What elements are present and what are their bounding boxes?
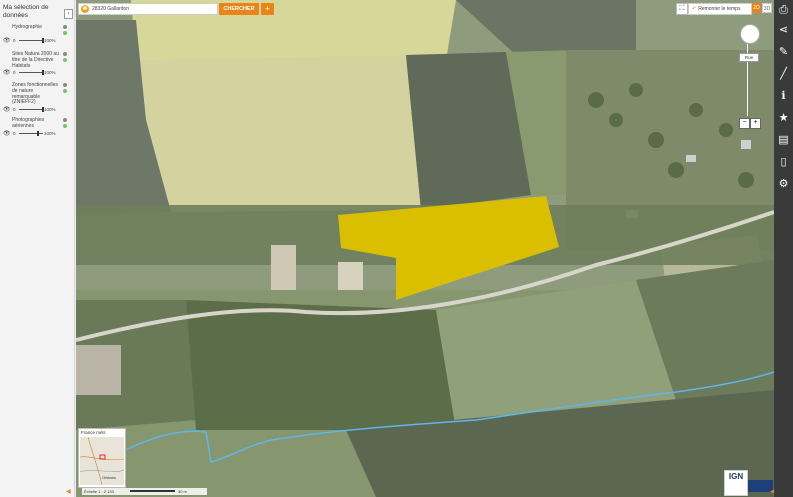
add-button[interactable]: + (261, 3, 274, 15)
slider-track (19, 109, 43, 110)
zoom-level-label: Rue (739, 53, 759, 62)
compass-control[interactable] (740, 24, 760, 44)
map-book-icon[interactable]: ▤ (777, 134, 790, 147)
eye-icon[interactable]: 👁 (3, 37, 11, 44)
legend-icon[interactable] (63, 124, 67, 128)
eye-icon[interactable]: 👁 (3, 130, 11, 137)
layer-tools (63, 52, 69, 64)
legend-icon[interactable] (63, 58, 67, 62)
info-icon[interactable]: ℹ (777, 90, 790, 103)
overview-title: France métr. (81, 430, 107, 435)
view-3d-button[interactable]: 3D (762, 3, 772, 13)
share-icon[interactable]: ⋖ (777, 24, 790, 37)
slider-max: 100% (44, 70, 56, 75)
ign-logo[interactable]: IGN (724, 470, 748, 496)
layer-name: Photographies aériennes (12, 117, 45, 129)
slider-track (19, 72, 43, 73)
remonter-le-temps-button[interactable]: ↶ Remonter le temps (688, 3, 752, 15)
layer-tools (63, 83, 69, 95)
slider-track (19, 40, 43, 41)
zoom-out-button[interactable]: − (739, 118, 750, 129)
scale-label: Échelle 1 : 2 133 (84, 489, 114, 494)
slider-min: 0 (13, 70, 16, 75)
opacity-slider[interactable]: 0 100% (13, 38, 56, 43)
opacity-slider[interactable]: 0 100% (13, 107, 56, 112)
aerial-photo (76, 0, 774, 497)
slider-min: 0 (13, 131, 16, 136)
layer-tools (63, 118, 69, 130)
gear-icon[interactable]: ⚙ (777, 178, 790, 191)
slider-knob[interactable] (37, 131, 39, 136)
sun-logo-icon: ✱ (81, 5, 89, 13)
eye-icon[interactable]: 👁 (3, 69, 11, 76)
fullscreen-icon[interactable]: ⛶ (676, 3, 688, 15)
layer-sidebar: Ma sélection de données ‹ Hydrographie 👁… (0, 0, 75, 497)
overview-place-label: Orléans (102, 475, 116, 480)
scale-bar: Échelle 1 : 2 133 30 m (82, 488, 207, 495)
search-box: ✱ (78, 3, 218, 15)
print-icon[interactable]: ⎙ (777, 4, 790, 17)
star-icon[interactable]: ★ (777, 112, 790, 125)
layer-name: Hydrographie (12, 24, 43, 30)
sidebar-title: Ma sélection de données (3, 4, 49, 19)
info-icon[interactable] (63, 118, 67, 122)
overview-map[interactable]: France métr. Orléans (78, 428, 126, 488)
slider-min: 0 (13, 107, 16, 112)
scale-line (130, 490, 175, 492)
slider-track (19, 133, 43, 134)
pencil-icon[interactable]: ✎ (777, 46, 790, 59)
ign-logo-text: IGN (728, 472, 744, 481)
search-input[interactable] (92, 4, 215, 14)
layer-name: Sites Natura 2000 au titre de la Directi… (12, 51, 59, 69)
layer-name: Zones fonctionnelles de nature remarquab… (12, 82, 58, 106)
info-icon[interactable] (63, 25, 67, 29)
slider-min: 0 (13, 38, 16, 43)
slider-max: 100% (44, 131, 56, 136)
layer-tools (63, 25, 69, 37)
time-button-label: Remonter le temps (698, 6, 741, 12)
back-arrow-icon: ↶ (692, 6, 697, 12)
opacity-slider[interactable]: 0 100% (13, 70, 56, 75)
search-button[interactable]: CHERCHER (219, 3, 259, 15)
legend-icon[interactable] (63, 89, 67, 93)
eye-icon[interactable]: 👁 (3, 106, 11, 113)
chevron-left-icon[interactable]: ◀ (66, 488, 71, 495)
slider-max: 100% (44, 107, 56, 112)
opacity-slider[interactable]: 0 100% (13, 131, 56, 136)
right-toolbar: ⎙ ⋖ ✎ ╱ ℹ ★ ▤ ▯ ⚙ (774, 0, 793, 497)
info-icon[interactable] (63, 52, 67, 56)
scale-unit: 30 m (178, 489, 187, 494)
measure-icon[interactable]: ╱ (777, 68, 790, 81)
slider-max: 100% (44, 38, 56, 43)
map-view[interactable] (76, 0, 774, 497)
chevron-left-icon[interactable]: ‹ (64, 9, 73, 19)
overview-map-image: Orléans (80, 437, 124, 485)
info-icon[interactable] (63, 83, 67, 87)
document-icon[interactable]: ▯ (777, 156, 790, 169)
view-2d-button[interactable]: 2D (752, 3, 761, 13)
zoom-in-button[interactable]: + (750, 118, 761, 129)
legend-icon[interactable] (63, 31, 67, 35)
